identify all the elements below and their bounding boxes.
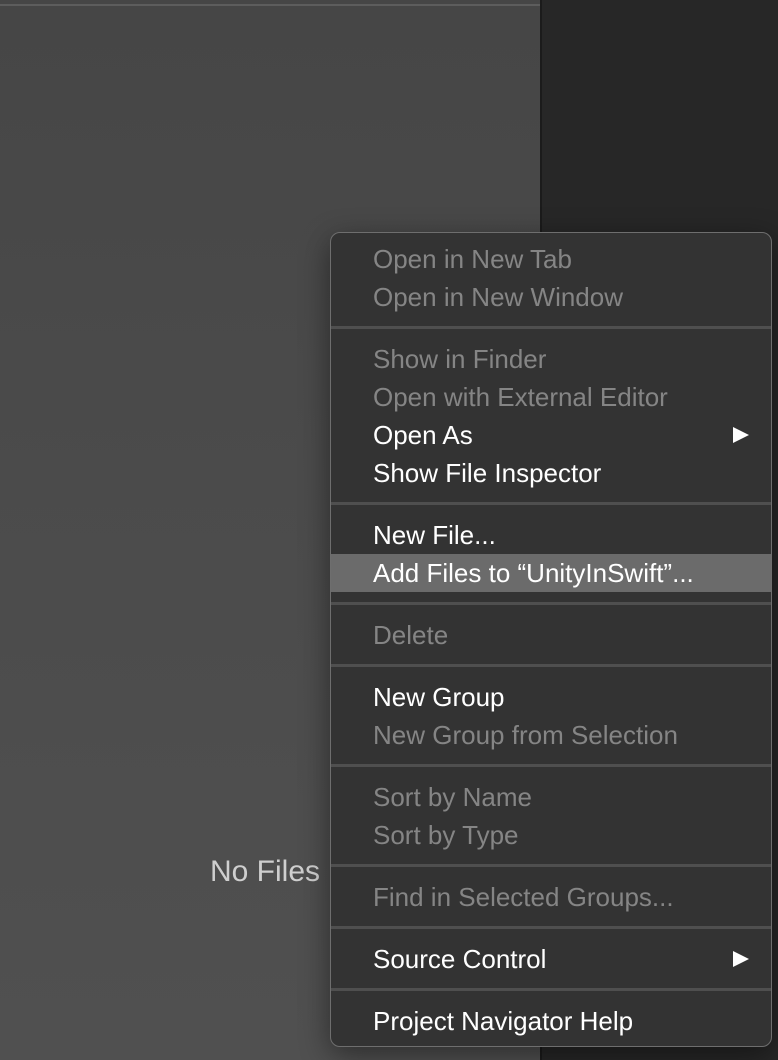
submenu-arrow-icon (733, 951, 749, 967)
menu-item-new-file[interactable]: New File... (331, 516, 771, 554)
menu-item-show-file-inspector[interactable]: Show File Inspector (331, 454, 771, 492)
menu-item-label: Open in New Tab (373, 244, 572, 274)
menu-item-label: Open with External Editor (373, 382, 668, 412)
no-files-label: No Files (210, 855, 321, 888)
menu-item-find-in-selected-groups[interactable]: Find in Selected Groups... (331, 878, 771, 916)
menu-item-label: New Group from Selection (373, 720, 678, 750)
xcode-window: No Files Open in New Tab Open in New Win… (0, 0, 778, 1060)
menu-item-label: Project Navigator Help (373, 1006, 634, 1036)
submenu-arrow-icon (733, 427, 749, 443)
menu-item-label: Delete (373, 620, 449, 650)
menu-separator (331, 654, 771, 678)
menu-item-label: Open in New Window (373, 282, 623, 312)
context-menu: Open in New Tab Open in New Window Show … (330, 232, 772, 1047)
menu-item-sort-by-name[interactable]: Sort by Name (331, 778, 771, 816)
menu-separator (331, 978, 771, 1002)
menu-separator (331, 592, 771, 616)
menu-item-label: New File... (373, 520, 496, 550)
menu-item-label: Sort by Type (373, 820, 519, 850)
menu-item-label: Find in Selected Groups... (373, 882, 674, 912)
menu-item-source-control[interactable]: Source Control (331, 940, 771, 978)
menu-item-label: Show File Inspector (373, 458, 602, 488)
menu-item-show-in-finder[interactable]: Show in Finder (331, 340, 771, 378)
menu-item-label: Add Files to “UnityInSwift”... (373, 558, 694, 588)
menu-separator (331, 492, 771, 516)
menu-item-project-navigator-help[interactable]: Project Navigator Help (331, 1002, 771, 1040)
menu-item-label: Open As (373, 420, 473, 450)
menu-item-new-group[interactable]: New Group (331, 678, 771, 716)
menu-item-label: Source Control (373, 944, 547, 974)
menu-separator (331, 916, 771, 940)
menu-item-open-with-external-editor[interactable]: Open with External Editor (331, 378, 771, 416)
menu-separator (331, 854, 771, 878)
menu-item-delete[interactable]: Delete (331, 616, 771, 654)
menu-item-label: New Group (373, 682, 505, 712)
menu-item-open-in-new-window[interactable]: Open in New Window (331, 278, 771, 316)
menu-item-label: Sort by Name (373, 782, 532, 812)
menu-item-label: Show in Finder (373, 344, 547, 374)
menu-separator (331, 316, 771, 340)
menu-item-open-in-new-tab[interactable]: Open in New Tab (331, 240, 771, 278)
menu-item-new-group-from-selection[interactable]: New Group from Selection (331, 716, 771, 754)
menu-item-sort-by-type[interactable]: Sort by Type (331, 816, 771, 854)
menu-separator (331, 754, 771, 778)
menu-item-add-files[interactable]: Add Files to “UnityInSwift”... (331, 554, 771, 592)
menu-item-open-as[interactable]: Open As (331, 416, 771, 454)
